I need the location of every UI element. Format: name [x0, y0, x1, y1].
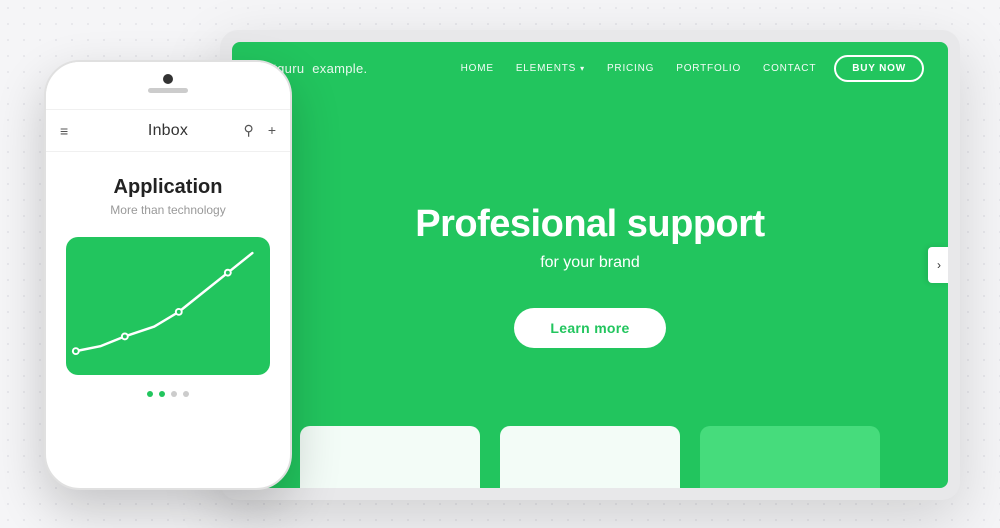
search-icon[interactable]: ⚲: [244, 122, 254, 139]
add-icon[interactable]: +: [268, 122, 276, 139]
nav-link-home[interactable]: HOME: [461, 63, 494, 74]
nav-link-portfolio[interactable]: PORTFOLIO: [676, 63, 741, 74]
nav-link-contact[interactable]: CONTACT: [763, 63, 816, 74]
phone-content: Application More than technology: [46, 152, 290, 413]
nav-link-elements[interactable]: ELEMENTS ▾: [516, 63, 585, 74]
laptop-card-1: [300, 426, 480, 488]
phone-inbox-bar: ≡ Inbox ⚲ +: [46, 110, 290, 152]
laptop-device: Netguru example. HOME ELEMENTS ▾ PRICING: [220, 30, 960, 510]
laptop-body: Netguru example. HOME ELEMENTS ▾ PRICING: [220, 30, 960, 500]
hero-title: Profesional support: [415, 203, 764, 246]
laptop-buy-now-button[interactable]: BUY NOW: [834, 55, 924, 82]
dot-3: [171, 391, 177, 397]
phone-body: ≡ Inbox ⚲ + Application More than techno…: [44, 60, 292, 490]
app-subtitle: More than technology: [66, 203, 270, 217]
laptop-chevron-icon[interactable]: ›: [928, 247, 948, 283]
laptop-nav-links: HOME ELEMENTS ▾ PRICING PORTFOLIO CONTAC…: [461, 63, 817, 74]
phone-device: ≡ Inbox ⚲ + Application More than techno…: [44, 60, 292, 490]
hamburger-icon[interactable]: ≡: [60, 123, 68, 139]
laptop-screen: Netguru example. HOME ELEMENTS ▾ PRICING: [232, 42, 948, 488]
dot-2: [159, 391, 165, 397]
laptop-card-2: [500, 426, 680, 488]
phone-camera: [163, 74, 173, 84]
chart-svg: [66, 237, 270, 375]
inbox-title: Inbox: [148, 122, 188, 140]
phone-top-bar: [46, 62, 290, 110]
laptop-card-3: [700, 426, 880, 488]
inbox-action-icons: ⚲ +: [244, 122, 276, 139]
carousel-dots: [66, 391, 270, 397]
app-title: Application: [66, 176, 270, 199]
laptop-hero: Profesional support for your brand Learn…: [232, 42, 948, 488]
nav-link-pricing[interactable]: PRICING: [607, 63, 654, 74]
phone-speaker: [148, 88, 188, 93]
phone-chart-card: [66, 237, 270, 375]
laptop-bottom-cards: [232, 426, 948, 488]
logo-suffix: example.: [312, 61, 367, 76]
laptop-navbar: Netguru example. HOME ELEMENTS ▾ PRICING: [232, 42, 948, 94]
hero-subtitle: for your brand: [540, 254, 640, 272]
dot-4: [183, 391, 189, 397]
dot-1: [147, 391, 153, 397]
learn-more-button[interactable]: Learn more: [514, 308, 665, 348]
elements-caret: ▾: [580, 64, 585, 73]
